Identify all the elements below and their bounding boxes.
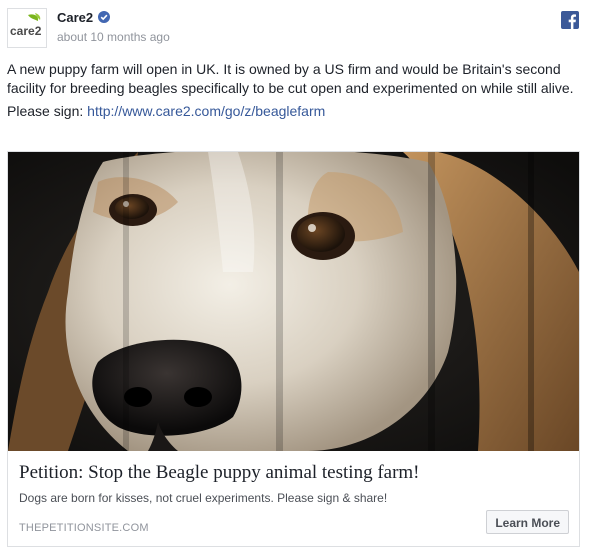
post-body: A new puppy farm will open in UK. It is … — [7, 60, 579, 121]
facebook-post: care2 Care2 about 10 months ago A new pu… — [0, 0, 589, 558]
verified-badge-icon — [98, 11, 110, 23]
beagle-image — [8, 152, 579, 451]
facebook-logo-icon[interactable] — [561, 11, 579, 29]
post-timestamp[interactable]: about 10 months ago — [57, 30, 170, 44]
sign-line: Please sign: http://www.care2.com/go/z/b… — [7, 102, 579, 121]
learn-more-button[interactable]: Learn More — [486, 510, 569, 534]
page-avatar[interactable]: care2 — [7, 8, 47, 48]
avatar-wordmark: care2 — [10, 24, 42, 38]
care2-logo: care2 — [10, 13, 42, 38]
page-name[interactable]: Care2 — [57, 10, 93, 25]
post-header: care2 Care2 about 10 months ago — [7, 8, 582, 48]
beagle-photo[interactable] — [8, 152, 579, 451]
post-message: A new puppy farm will open in UK. It is … — [7, 61, 574, 96]
card-description: Dogs are born for kisses, not cruel expe… — [19, 491, 388, 505]
link-preview-card[interactable]: Petition: Stop the Beagle puppy animal t… — [7, 151, 580, 547]
card-title[interactable]: Petition: Stop the Beagle puppy animal t… — [19, 462, 569, 484]
sign-prefix: Please sign: — [7, 103, 88, 119]
petition-link[interactable]: http://www.care2.com/go/z/beaglefarm — [87, 103, 325, 119]
card-domain: THEPETITIONSITE.COM — [19, 522, 149, 534]
